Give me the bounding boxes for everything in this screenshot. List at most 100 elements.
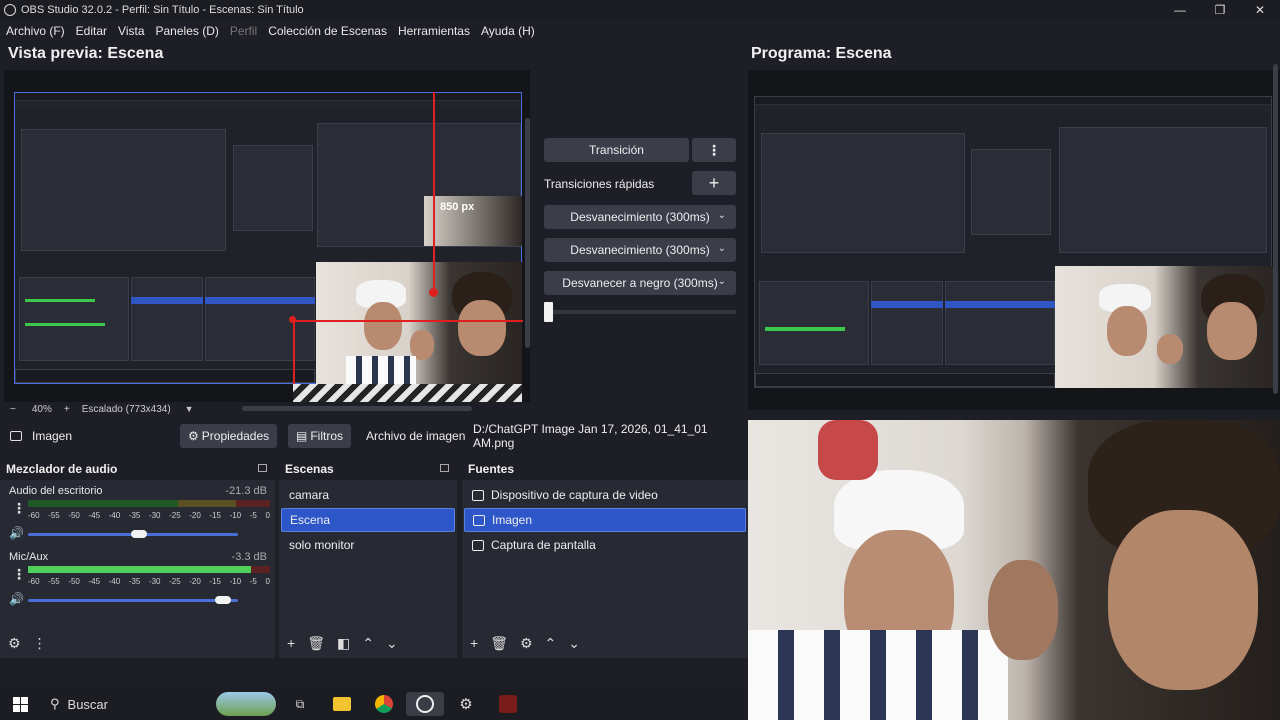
zoom-out-button[interactable]: − [10,404,16,415]
sources-list: Dispositivo de captura de video Imagen C… [462,480,748,628]
channel-mic-meter [28,566,270,573]
program-canvas [748,70,1280,410]
windows-taskbar: ⚲ Buscar ⧉ ⚙ [0,688,748,720]
channel-mic-menu-icon[interactable]: ⋮ [12,566,26,583]
menu-edit[interactable]: Editar [76,24,107,38]
move-up-icon[interactable]: ⌃ [545,635,557,652]
channel-mic-name: Mic/Aux [9,551,49,563]
menu-scene-collection[interactable]: Colección de Escenas [268,24,387,38]
program-webcam-image [1055,266,1275,388]
source-item-video-capture[interactable]: Dispositivo de captura de video [464,483,746,507]
minimize-button[interactable]: — [1160,0,1200,20]
scene-filters-icon[interactable]: ◧ [337,635,350,652]
scene-item-label: Escena [290,513,331,527]
size-readout: 850 px [440,201,475,213]
transform-handle-corner[interactable] [289,316,296,323]
app-taskbar-icon[interactable] [496,692,520,716]
settings-gear-icon[interactable]: ⚙ [454,692,478,716]
source-name-label: Imagen [32,429,73,443]
channel-desktop-menu-icon[interactable]: ⋮ [12,500,26,517]
sources-dock: Fuentes Dispositivo de captura de video … [462,458,748,658]
title-bar: OBS Studio 32.0.2 - Perfil: Sin Título -… [0,0,1280,20]
quick-transition-1-label: Desvanecimiento (300ms) [570,210,710,224]
scenes-title: Escenas [285,462,334,476]
quick-transition-2[interactable]: Desvanecimiento (300ms) ⌄ [544,238,736,262]
image-file-label: Archivo de imagen [366,429,466,443]
source-item-label: Dispositivo de captura de video [491,488,658,502]
properties-button[interactable]: ⚙ Propiedades [180,424,278,448]
chevron-down-icon: ⌄ [717,210,726,221]
maximize-button[interactable]: ❐ [1200,0,1240,20]
menu-tools[interactable]: Herramientas [398,24,470,38]
channel-mic-volume-slider[interactable] [28,599,238,602]
start-button[interactable] [10,692,30,716]
preview-webcam-image [316,262,522,384]
chrome-icon[interactable] [372,692,396,716]
obs-taskbar-icon[interactable] [406,692,444,716]
source-item-image[interactable]: Imagen [464,508,746,532]
channel-desktop-meter [28,500,270,507]
source-item-screen-capture[interactable]: Captura de pantalla [464,533,746,557]
zoom-level: 40% [31,403,52,415]
menu-file[interactable]: Archivo (F) [6,24,65,38]
scene-item-camara[interactable]: camara [281,483,455,507]
filters-button[interactable]: ▤ Filtros [288,424,352,448]
preview-horizontal-scrollbar[interactable] [242,406,472,411]
preview-vertical-scrollbar[interactable] [525,118,530,348]
sources-header: Fuentes [462,458,748,480]
properties-label: Propiedades [201,429,270,443]
task-view-icon[interactable]: ⧉ [288,692,312,716]
audio-mixer-footer: ⚙ ⋮ [0,628,275,658]
speaker-icon[interactable]: 🔊 [9,592,24,606]
scale-mode-label[interactable]: Escalado (773x434) [82,404,171,415]
program-vertical-scrollbar[interactable] [1273,64,1278,394]
tbar-handle[interactable] [544,302,553,322]
scene-item-escena[interactable]: Escena [281,508,455,532]
image-icon [473,514,485,526]
undock-icon[interactable] [440,464,449,472]
transition-button[interactable]: Transición [544,138,689,162]
quick-transition-3[interactable]: Desvanecer a negro (300ms) ⌄ [544,271,736,295]
scene-item-label: solo monitor [289,538,355,552]
channel-desktop-db: -21.3 dB [225,485,267,497]
advanced-audio-gear-icon[interactable]: ⚙ [8,635,21,652]
speaker-icon[interactable]: 🔊 [9,526,24,540]
menu-view[interactable]: Vista [118,24,144,38]
file-explorer-icon[interactable] [330,692,354,716]
add-scene-icon[interactable]: + [287,635,295,651]
scale-dropdown-icon[interactable]: ▼ [185,404,194,414]
taskbar-search[interactable]: ⚲ Buscar [50,692,210,716]
move-down-icon[interactable]: ⌄ [386,635,398,652]
quick-transition-2-label: Desvanecimiento (300ms) [570,243,710,257]
close-button[interactable]: ✕ [1240,0,1280,20]
move-down-icon[interactable]: ⌄ [568,635,580,652]
remove-source-icon[interactable]: 🗑 [490,635,508,652]
channel-mic-db: -3.3 dB [231,551,267,563]
image-file-path[interactable]: D:/ChatGPT Image Jan 17, 2026, 01_41_01 … [473,422,748,450]
menu-docks[interactable]: Paneles (D) [156,24,219,38]
menu-help[interactable]: Ayuda (H) [481,24,535,38]
preview-canvas[interactable]: 850 px [4,70,530,402]
remove-scene-icon[interactable]: 🗑 [307,635,325,652]
channel-desktop-volume-knob[interactable] [131,530,148,538]
add-quick-transition-button[interactable]: + [692,171,736,195]
scenes-dock: Escenas camara Escena solo monitor + 🗑 ◧… [279,458,457,658]
channel-mic-volume-knob[interactable] [215,596,232,604]
transition-menu-button[interactable]: ⋮ [692,138,736,162]
move-up-icon[interactable]: ⌃ [362,635,374,652]
quick-transition-3-label: Desvanecer a negro (300ms) [562,276,718,290]
source-properties-gear-icon[interactable]: ⚙ [520,635,533,652]
scene-item-solo-monitor[interactable]: solo monitor [281,533,455,557]
source-item-label: Imagen [492,513,533,527]
camera-icon [472,489,484,501]
webcam-overlay-image [748,420,1280,720]
undock-icon[interactable] [258,464,267,472]
search-highlight-image[interactable] [216,692,276,716]
add-source-icon[interactable]: + [470,635,478,651]
window-title: OBS Studio 32.0.2 - Perfil: Sin Título -… [21,4,304,16]
transform-handle[interactable] [429,288,438,297]
tbar-track[interactable] [544,310,736,314]
mixer-menu-icon[interactable]: ⋮ [33,635,47,652]
quick-transition-1[interactable]: Desvanecimiento (300ms) ⌄ [544,205,736,229]
zoom-in-button[interactable]: + [64,404,70,415]
